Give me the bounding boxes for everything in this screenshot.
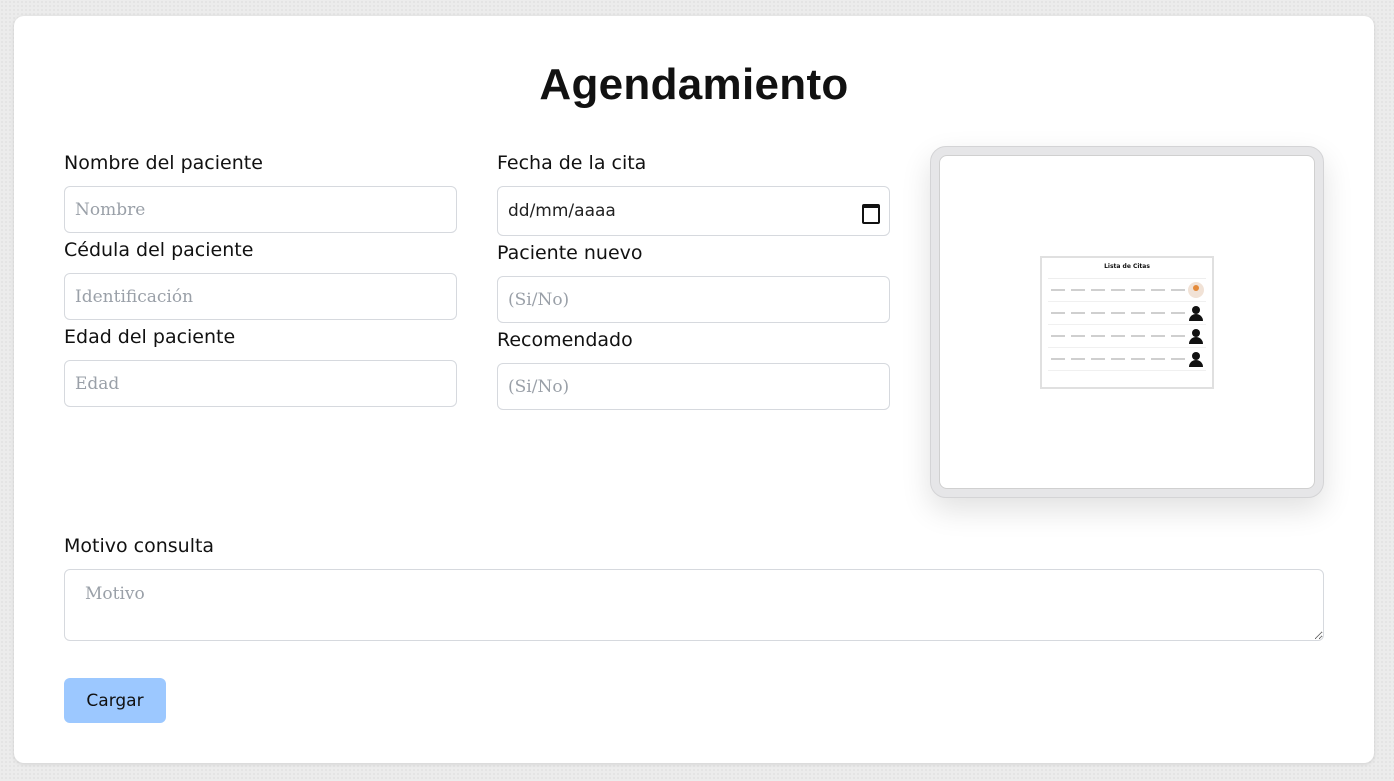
cedula-label: Cédula del paciente [64, 239, 254, 261]
recomendado-input[interactable] [497, 363, 890, 410]
thumbnail-row [1048, 348, 1206, 371]
thumbnail-row [1048, 302, 1206, 325]
cargar-button[interactable]: Cargar [64, 678, 166, 723]
avatar-icon [1188, 282, 1204, 298]
form-card: Agendamiento Nombre del paciente Cédula … [14, 16, 1374, 763]
thumbnail-list: Lista de Citas [1040, 256, 1214, 389]
fecha-value: dd/mm/aaaa [508, 201, 616, 221]
preview-image: Lista de Citas [939, 155, 1315, 489]
preview-frame: Lista de Citas [930, 146, 1324, 498]
recomendado-label: Recomendado [497, 329, 633, 351]
motivo-textarea[interactable] [64, 569, 1324, 641]
motivo-label: Motivo consulta [64, 535, 215, 557]
cedula-input[interactable] [64, 273, 457, 320]
avatar-icon [1188, 351, 1204, 367]
nuevo-label: Paciente nuevo [497, 242, 643, 264]
fecha-input[interactable]: dd/mm/aaaa [497, 186, 890, 236]
fecha-label: Fecha de la cita [497, 152, 647, 174]
calendar-icon[interactable] [861, 202, 880, 224]
thumbnail-row [1048, 279, 1206, 302]
nombre-label: Nombre del paciente [64, 152, 263, 174]
thumbnail-row [1048, 325, 1206, 348]
nuevo-input[interactable] [497, 276, 890, 323]
page-title: Agendamiento [539, 60, 849, 109]
edad-label: Edad del paciente [64, 326, 236, 348]
nombre-input[interactable] [64, 186, 457, 233]
avatar-icon [1188, 305, 1204, 321]
avatar-icon [1188, 328, 1204, 344]
thumbnail-title: Lista de Citas [1104, 263, 1150, 270]
edad-input[interactable] [64, 360, 457, 407]
